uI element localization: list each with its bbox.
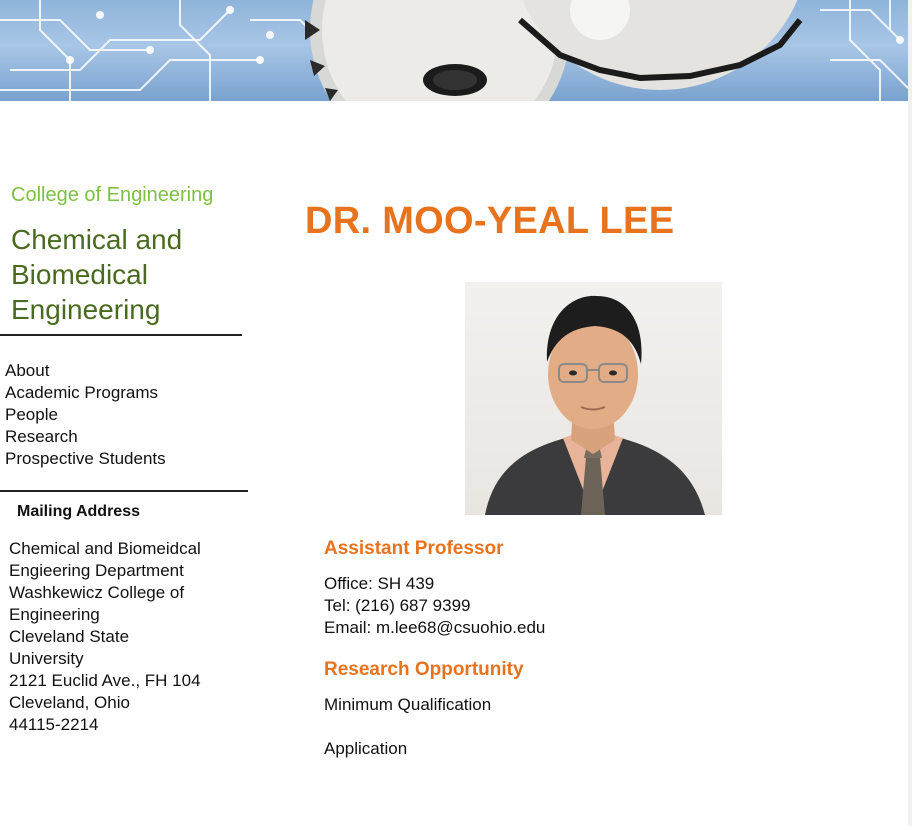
college-link[interactable]: College of Engineering (11, 184, 213, 207)
address-line: Cleveland State (9, 627, 130, 646)
faculty-name: DR. MOO-YEAL LEE (305, 200, 675, 242)
research-opportunity-heading: Research Opportunity (324, 659, 524, 680)
address-line: Cleveland, Ohio (9, 693, 130, 712)
sidebar-divider-bottom (0, 490, 248, 492)
nav-item-people[interactable]: People (5, 404, 166, 426)
nav-item-academic-programs[interactable]: Academic Programs (5, 382, 166, 404)
faculty-portrait (465, 282, 722, 515)
mailing-address-heading: Mailing Address (17, 503, 140, 520)
address-line: 44115-2214 (9, 715, 99, 734)
nav-link-prospective-students[interactable]: Prospective Students (5, 449, 166, 468)
address-line: Engieering Department (9, 561, 184, 580)
nav-item-about[interactable]: About (5, 360, 166, 382)
nav-link-about[interactable]: About (5, 361, 49, 380)
address-line: University (9, 649, 84, 668)
mailing-address: Chemical and Biomeidcal Engieering Depar… (9, 538, 224, 736)
department-title[interactable]: Chemical and Biomedical Engineering (11, 222, 241, 327)
sidebar-divider-top (0, 334, 242, 336)
tel-text: Tel: (216) 687 9399 (324, 596, 471, 615)
nav-link-academic-programs[interactable]: Academic Programs (5, 383, 158, 402)
nav-link-research[interactable]: Research (5, 427, 78, 446)
scrollbar[interactable] (908, 0, 912, 826)
portrait-illustration (485, 295, 705, 515)
header-banner (0, 0, 908, 101)
office-text: Office: SH 439 (324, 574, 435, 593)
minimum-qualification-link[interactable]: Minimum Qualification (324, 695, 491, 715)
email-text[interactable]: Email: m.lee68@csuohio.edu (324, 617, 545, 639)
address-line: Chemical and Biomeidcal (9, 539, 201, 558)
nav-item-research[interactable]: Research (5, 426, 166, 448)
address-line: 2121 Euclid Ave., FH 104 (9, 671, 201, 690)
address-line: Engineering (9, 605, 100, 624)
nav-link-people[interactable]: People (5, 405, 58, 424)
application-link[interactable]: Application (324, 739, 407, 759)
sidebar-nav: About Academic Programs People Research … (5, 360, 166, 470)
contact-info: Office: SH 439 Tel: (216) 687 9399 Email… (324, 573, 545, 639)
nav-item-prospective-students[interactable]: Prospective Students (5, 448, 166, 470)
address-line: Washkewicz College of (9, 583, 185, 602)
circuit-gears-image (0, 0, 908, 101)
position-title: Assistant Professor (324, 538, 504, 559)
